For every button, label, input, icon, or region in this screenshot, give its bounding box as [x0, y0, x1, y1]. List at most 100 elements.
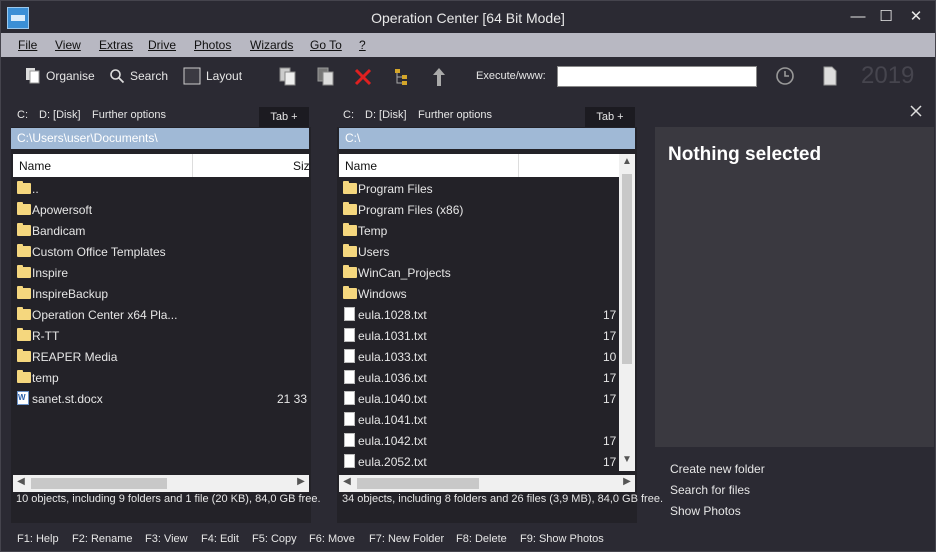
menu-go-to[interactable]: Go To [310, 38, 342, 52]
list-item[interactable]: eula.1028.txt 17 [337, 304, 619, 325]
fkey-copy[interactable]: F5: Copy [252, 533, 297, 545]
list-item[interactable]: Users [337, 241, 619, 262]
folder-icon [343, 202, 357, 215]
menu-wizards[interactable]: Wizards [250, 38, 293, 52]
fkey-delete[interactable]: F8: Delete [456, 533, 507, 545]
list-item[interactable]: Program Files (x86) [337, 199, 619, 220]
item-size: 17 [603, 329, 617, 343]
folder-icon [343, 244, 357, 257]
right-tab-add-button[interactable]: Tab + [585, 107, 635, 127]
organise-icon [26, 68, 40, 84]
scroll-right-icon[interactable]: ▶ [620, 476, 634, 487]
organise-button[interactable]: Organise [25, 65, 95, 87]
search-for-files-link[interactable]: Search for files [670, 483, 750, 497]
list-item[interactable]: Custom Office Templates [11, 241, 311, 262]
list-item[interactable]: Program Files [337, 178, 619, 199]
folder-icon [17, 202, 31, 215]
left-drive-c[interactable]: C: [17, 109, 28, 121]
list-item[interactable]: eula.1041.txt [337, 409, 619, 430]
right-drive-c[interactable]: C: [343, 109, 354, 121]
maximize-button[interactable]: ☐ [871, 5, 901, 29]
text-file-icon [344, 307, 355, 321]
list-item[interactable]: eula.2052.txt 17 [337, 451, 619, 472]
list-item[interactable]: Apowersoft [11, 199, 311, 220]
up-arrow-icon[interactable] [432, 67, 446, 87]
list-item[interactable]: .. [11, 178, 311, 199]
left-file-panel: C: D: [Disk] Further options Tab + C:\Us… [11, 97, 321, 523]
folder-icon [343, 223, 357, 236]
right-vertical-scrollbar[interactable]: ▲ ▼ [619, 154, 635, 471]
scroll-right-icon[interactable]: ▶ [294, 476, 308, 487]
move-icon[interactable] [317, 67, 335, 87]
list-item[interactable]: WinCan_Projects [337, 262, 619, 283]
list-item[interactable]: temp [11, 367, 311, 388]
layout-button[interactable]: Layout [183, 65, 242, 87]
list-item[interactable]: eula.1042.txt 17 [337, 430, 619, 451]
list-item[interactable]: eula.1033.txt 10 [337, 346, 619, 367]
close-pane-icon[interactable] [910, 105, 922, 117]
left-path-bar[interactable]: C:\Users\user\Documents\ [11, 128, 309, 149]
fkey-show-photos[interactable]: F9: Show Photos [520, 533, 604, 545]
menu-extras[interactable]: Extras [99, 38, 133, 52]
list-item[interactable]: Inspire [11, 262, 311, 283]
fkey-help[interactable]: F1: Help [17, 533, 59, 545]
right-scroll-thumb[interactable] [357, 478, 479, 489]
left-further-options[interactable]: Further options [92, 109, 166, 121]
fkey-rename[interactable]: F2: Rename [72, 533, 133, 545]
left-col-size[interactable]: Siz [293, 159, 310, 173]
title-bar: Operation Center [64 Bit Mode] — ☐ ✕ [1, 1, 935, 33]
show-photos-link[interactable]: Show Photos [670, 504, 741, 518]
left-scroll-thumb[interactable] [31, 478, 167, 489]
scroll-down-icon[interactable]: ▼ [620, 454, 634, 465]
right-col-name[interactable]: Name [345, 159, 377, 173]
right-path-bar[interactable]: C:\ [339, 128, 635, 149]
right-further-options[interactable]: Further options [418, 109, 492, 121]
close-window-button[interactable]: ✕ [901, 5, 931, 29]
copy-icon[interactable] [279, 67, 297, 87]
list-item[interactable]: InspireBackup [11, 283, 311, 304]
menu-help[interactable]: ? [359, 38, 366, 52]
list-item[interactable]: eula.1040.txt 17 [337, 388, 619, 409]
folder-icon [17, 244, 31, 257]
menu-view[interactable]: View [55, 38, 81, 52]
list-item[interactable]: Windows [337, 283, 619, 304]
right-horizontal-scrollbar[interactable]: ◀ ▶ [339, 475, 635, 492]
menu-file[interactable]: File [18, 38, 37, 52]
fkey-edit[interactable]: F4: Edit [201, 533, 239, 545]
tree-icon[interactable] [394, 68, 410, 86]
left-horizontal-scrollbar[interactable]: ◀ ▶ [13, 475, 309, 492]
item-name: Apowersoft [32, 203, 93, 217]
list-item[interactable]: eula.1031.txt 17 [337, 325, 619, 346]
list-item[interactable]: REAPER Media [11, 346, 311, 367]
list-item[interactable]: Operation Center x64 Pla... [11, 304, 311, 325]
scroll-left-icon[interactable]: ◀ [340, 476, 354, 487]
scroll-left-icon[interactable]: ◀ [14, 476, 28, 487]
item-name: eula.1028.txt [358, 308, 427, 322]
list-item[interactable]: eula.1036.txt 17 [337, 367, 619, 388]
right-vertical-scroll-thumb[interactable] [622, 174, 632, 364]
right-drive-d[interactable]: D: [Disk] [365, 109, 407, 121]
left-tab-add-button[interactable]: Tab + [259, 107, 309, 127]
execute-input[interactable] [557, 66, 757, 87]
list-item[interactable]: Temp [337, 220, 619, 241]
document-icon[interactable] [823, 66, 837, 86]
fkey-move[interactable]: F6: Move [309, 533, 355, 545]
fkey-view[interactable]: F3: View [145, 533, 188, 545]
left-drive-d[interactable]: D: [Disk] [39, 109, 81, 121]
create-new-folder-link[interactable]: Create new folder [670, 462, 765, 476]
right-drive-bar: C: D: [Disk] Further options Tab + [337, 97, 637, 127]
delete-icon[interactable] [354, 68, 372, 86]
clock-icon[interactable] [775, 66, 795, 86]
menu-drive[interactable]: Drive [148, 38, 176, 52]
fkey-new-folder[interactable]: F7: New Folder [369, 533, 444, 545]
minimize-button[interactable]: — [843, 5, 873, 29]
left-col-name[interactable]: Name [19, 159, 51, 173]
list-item[interactable]: R-TT [11, 325, 311, 346]
list-item[interactable]: Bandicam [11, 220, 311, 241]
menu-photos[interactable]: Photos [194, 38, 231, 52]
search-button[interactable]: Search [109, 65, 168, 87]
list-item[interactable]: sanet.st.docx 21 33 [11, 388, 311, 409]
scroll-up-icon[interactable]: ▲ [620, 156, 634, 167]
search-icon [110, 69, 125, 84]
item-name: eula.1031.txt [358, 329, 427, 343]
